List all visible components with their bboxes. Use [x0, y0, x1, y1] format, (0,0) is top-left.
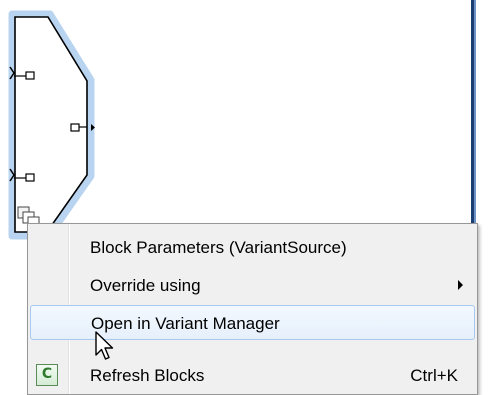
menu-item-label: Refresh Blocks	[90, 366, 205, 385]
menu-item-label: Block Parameters (VariantSource)	[90, 238, 347, 257]
variant-source-block[interactable]	[0, 0, 130, 250]
refresh-icon: C	[36, 364, 58, 386]
menu-item-refresh-blocks[interactable]: C Refresh Blocks Ctrl+K	[30, 358, 475, 393]
menu-item-label: Open in Variant Manager	[91, 314, 280, 333]
menu-item-label: Override using	[90, 276, 201, 295]
menu-item-override-using[interactable]: Override using	[30, 268, 475, 303]
context-menu: Block Parameters (VariantSource) Overrid…	[27, 223, 478, 395]
menu-item-block-parameters[interactable]: Block Parameters (VariantSource)	[30, 230, 475, 265]
menu-item-shortcut: Ctrl+K	[410, 366, 458, 385]
mouse-pointer-icon	[95, 331, 114, 360]
submenu-arrow-icon	[458, 280, 463, 290]
